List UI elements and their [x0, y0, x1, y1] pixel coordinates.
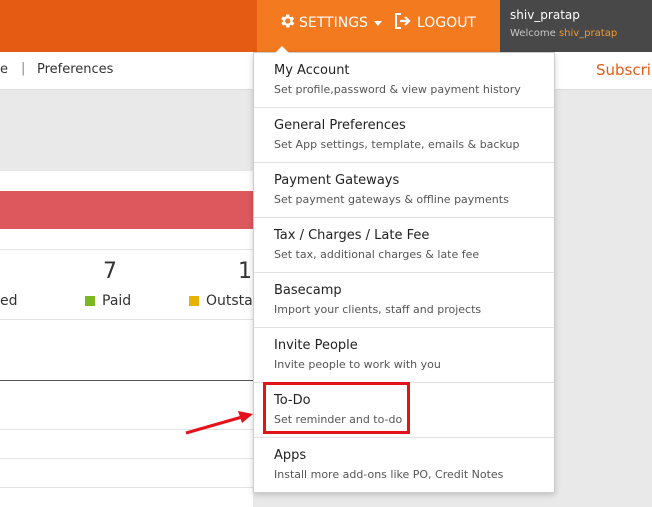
caret-down-icon: [373, 20, 382, 26]
menu-item-desc: Set profile,password & view payment hist…: [274, 83, 521, 96]
settings-button[interactable]: SETTINGS: [278, 12, 382, 34]
menu-item-basecamp[interactable]: Basecamp Import your clients, staff and …: [254, 273, 554, 328]
menu-item-payment-gateways[interactable]: Payment Gateways Set payment gateways & …: [254, 163, 554, 218]
menu-item-title: Payment Gateways: [274, 173, 400, 188]
stat-label-partial: ed: [0, 293, 18, 309]
welcome-username: shiv_pratap: [558, 28, 618, 39]
menu-item-general-preferences[interactable]: General Preferences Set App settings, te…: [254, 108, 554, 163]
username: shiv_pratap: [510, 8, 580, 22]
status-band: [0, 191, 253, 229]
paid-legend-square: [85, 296, 95, 306]
outstanding-label: Outsta: [206, 293, 253, 309]
paid-count: 7: [103, 259, 117, 284]
logout-icon: [394, 13, 417, 33]
outstanding-count: 1: [238, 259, 252, 284]
welcome-prefix: Welcome: [510, 28, 556, 39]
divider: [0, 249, 253, 250]
menu-item-title: Invite People: [274, 338, 358, 353]
dropdown-caret: [275, 46, 289, 53]
menu-item-title: Apps: [274, 448, 307, 463]
highlight-box: [263, 382, 410, 434]
menu-item-apps[interactable]: Apps Install more add-ons like PO, Credi…: [254, 438, 554, 493]
outstanding-stat: Outsta: [189, 293, 253, 309]
paid-stat: Paid: [85, 293, 131, 309]
gear-icon: [278, 12, 299, 34]
menu-item-desc: Import your clients, staff and projects: [274, 303, 482, 316]
annotation-arrow: [185, 411, 253, 435]
logout-button[interactable]: LOGOUT: [394, 12, 476, 34]
menu-item-desc: Invite people to work with you: [274, 358, 441, 371]
table-row-divider: [0, 487, 253, 488]
menu-item-title: My Account: [274, 63, 350, 78]
menu-item-my-account[interactable]: My Account Set profile,password & view p…: [254, 53, 554, 108]
menu-item-title: Basecamp: [274, 283, 342, 298]
table-row-divider: [0, 458, 253, 459]
divider: [0, 319, 253, 320]
menu-item-desc: Set App settings, template, emails & bac…: [274, 138, 520, 151]
welcome-text: Welcome shiv_pratap: [510, 28, 617, 39]
menu-item-desc: Set tax, additional charges & late fee: [274, 248, 480, 261]
table-header-divider: [0, 380, 253, 381]
outstanding-legend-square: [189, 296, 199, 306]
breadcrumb-separator: |: [21, 61, 26, 76]
menu-item-desc: Install more add-ons like PO, Credit Not…: [274, 468, 504, 481]
paid-label: Paid: [102, 293, 132, 309]
subscribe-link[interactable]: Subscri: [596, 61, 651, 79]
menu-item-title: Tax / Charges / Late Fee: [274, 228, 430, 243]
menu-item-desc: Set payment gateways & offline payments: [274, 193, 509, 206]
menu-item-invite-people[interactable]: Invite People Invite people to work with…: [254, 328, 554, 383]
invoice-summary-card: 7 1 ed Paid Outsta: [0, 171, 253, 507]
breadcrumb-item-preferences: Preferences: [37, 62, 114, 77]
user-menu[interactable]: shiv_pratap Welcome shiv_pratap: [500, 0, 652, 52]
breadcrumb-item-partial[interactable]: e: [0, 62, 8, 77]
logout-label: LOGOUT: [417, 15, 476, 31]
settings-label: SETTINGS: [299, 15, 368, 31]
menu-item-title: General Preferences: [274, 118, 406, 133]
menu-item-tax-charges[interactable]: Tax / Charges / Late Fee Set tax, additi…: [254, 218, 554, 273]
